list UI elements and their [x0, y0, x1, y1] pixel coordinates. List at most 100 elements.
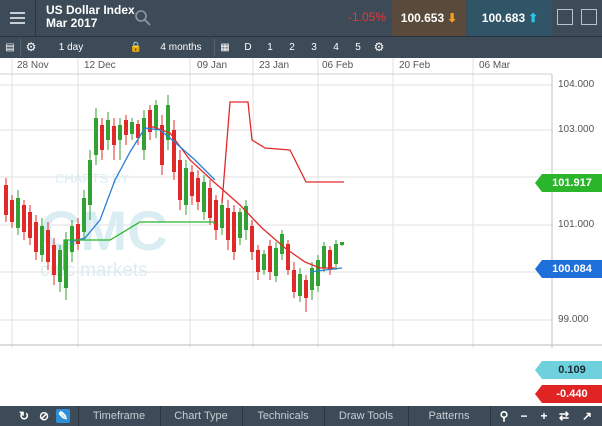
- candle-body: [238, 212, 242, 238]
- candle-body: [106, 120, 110, 140]
- candle-body: [322, 246, 326, 268]
- candle-body: [70, 226, 74, 252]
- candle-body: [142, 118, 146, 150]
- zoom-in-icon[interactable]: +: [537, 409, 551, 423]
- candle-body: [4, 185, 8, 215]
- bottom-toolbar: ↻ ⊘ ✎ Timeframe Chart Type Technicals Dr…: [0, 406, 602, 426]
- candle-body: [100, 125, 104, 150]
- candle-body: [226, 208, 230, 240]
- candle-body: [118, 125, 122, 140]
- date-label: 06 Feb: [322, 60, 354, 71]
- fit-screen-icon[interactable]: ⇄: [557, 409, 571, 423]
- price-label: 103.000: [558, 124, 595, 135]
- instrument-title[interactable]: US Dollar Index Mar 2017: [46, 4, 135, 30]
- refresh-icon[interactable]: ↻: [17, 409, 31, 423]
- date-label: 06 Mar: [479, 60, 511, 71]
- range-settings-gear-icon[interactable]: ⚙: [370, 37, 388, 58]
- chart-toolbar: ▤ ⚙ 1 day 🔒 4 months ▦ D 1 2 3 4 5 ⚙: [0, 36, 602, 58]
- candle-body: [58, 250, 62, 282]
- candle-body: [340, 242, 344, 245]
- search-icon[interactable]: [134, 9, 152, 27]
- upper-channel-line: [221, 101, 344, 204]
- block-icon[interactable]: ⊘: [37, 409, 51, 423]
- date-axis: 28 Nov 12 Dec 09 Jan 23 Jan 06 Feb 20 Fe…: [0, 58, 550, 74]
- candle-body: [316, 260, 320, 286]
- range-button-4[interactable]: 4: [328, 37, 344, 58]
- tab-timeframe[interactable]: Timeframe: [79, 406, 159, 426]
- range-button-2[interactable]: 2: [284, 37, 300, 58]
- candle-body: [334, 244, 338, 264]
- candle-body: [202, 182, 206, 212]
- popout-icon[interactable]: [557, 9, 573, 25]
- arrow-down-icon: ⬇: [447, 11, 458, 25]
- gear-icon[interactable]: ⚙: [22, 37, 40, 58]
- range-button-d[interactable]: D: [240, 37, 256, 58]
- candle-body: [214, 200, 218, 230]
- range-button-3[interactable]: 3: [306, 37, 322, 58]
- candle-body: [274, 248, 278, 276]
- candle-body: [16, 198, 20, 228]
- candle-body: [328, 250, 332, 270]
- candle-body: [94, 118, 98, 155]
- candle-body: [154, 105, 158, 128]
- range-selector[interactable]: 4 months: [150, 37, 212, 58]
- expand-icon[interactable]: ↗: [580, 409, 594, 423]
- tab-technicals[interactable]: Technicals: [243, 406, 323, 426]
- macd-histogram-tag: 0.109: [535, 361, 602, 379]
- buy-price: 100.683: [481, 11, 526, 25]
- last-price-tag: 100.084: [535, 260, 602, 278]
- panel-icon[interactable]: ▤: [2, 37, 18, 58]
- arrow-up-icon: ⬆: [528, 11, 539, 25]
- candle-body: [286, 244, 290, 270]
- zoom-out-magnifier-icon[interactable]: ⚲: [497, 409, 511, 423]
- lock-icon[interactable]: 🔒: [128, 37, 144, 58]
- price-change: -1.05%: [347, 10, 386, 24]
- tab-draw-tools[interactable]: Draw Tools: [325, 406, 407, 426]
- candle-body: [52, 245, 56, 275]
- candle-body: [46, 230, 50, 262]
- candle-body: [124, 120, 128, 135]
- candle-body: [76, 224, 80, 244]
- candle-body: [40, 226, 44, 255]
- candle-body: [190, 172, 194, 196]
- price-chart[interactable]: CHARTS BY CMC cmc markets: [0, 58, 602, 348]
- candle-body: [298, 274, 302, 296]
- range-button-1[interactable]: 1: [262, 37, 278, 58]
- close-icon[interactable]: [581, 9, 597, 25]
- pencil-icon[interactable]: ✎: [56, 409, 70, 423]
- tab-chart-type[interactable]: Chart Type: [161, 406, 241, 426]
- price-label: 104.000: [558, 79, 595, 90]
- candle-body: [304, 280, 308, 298]
- candle-body: [184, 168, 188, 205]
- price-label: 101.000: [558, 219, 595, 230]
- date-label: 12 Dec: [84, 60, 116, 71]
- calendar-icon[interactable]: ▦: [216, 37, 234, 58]
- candle-body: [262, 254, 266, 270]
- macd-value-tag: -0.440: [535, 385, 602, 403]
- buy-price-button[interactable]: 100.683 ⬆: [468, 0, 552, 36]
- interval-selector[interactable]: 1 day: [46, 37, 96, 58]
- date-label: 20 Feb: [399, 60, 431, 71]
- zoom-out-icon[interactable]: −: [517, 409, 531, 423]
- candle-body: [130, 122, 134, 134]
- candle-body: [256, 250, 260, 272]
- tab-patterns[interactable]: Patterns: [409, 406, 489, 426]
- date-label: 28 Nov: [17, 60, 49, 71]
- candle-body: [28, 212, 32, 238]
- candle-body: [22, 205, 26, 232]
- price-label: 99.000: [558, 314, 589, 325]
- range-button-5[interactable]: 5: [350, 37, 366, 58]
- candle-body: [112, 126, 116, 145]
- candle-body: [34, 222, 38, 252]
- menu-button[interactable]: [0, 0, 36, 36]
- candle-body: [232, 212, 236, 252]
- candle-body: [178, 160, 182, 200]
- sell-price: 100.653: [400, 11, 445, 25]
- date-label: 09 Jan: [197, 60, 228, 71]
- hamburger-icon: [10, 12, 25, 14]
- sell-price-button[interactable]: 100.653 ⬇: [392, 0, 466, 36]
- red-moving-average: [149, 125, 335, 269]
- candle-body: [82, 198, 86, 232]
- candle-body: [88, 160, 92, 205]
- upper-line-price-tag: 101.917: [535, 174, 602, 192]
